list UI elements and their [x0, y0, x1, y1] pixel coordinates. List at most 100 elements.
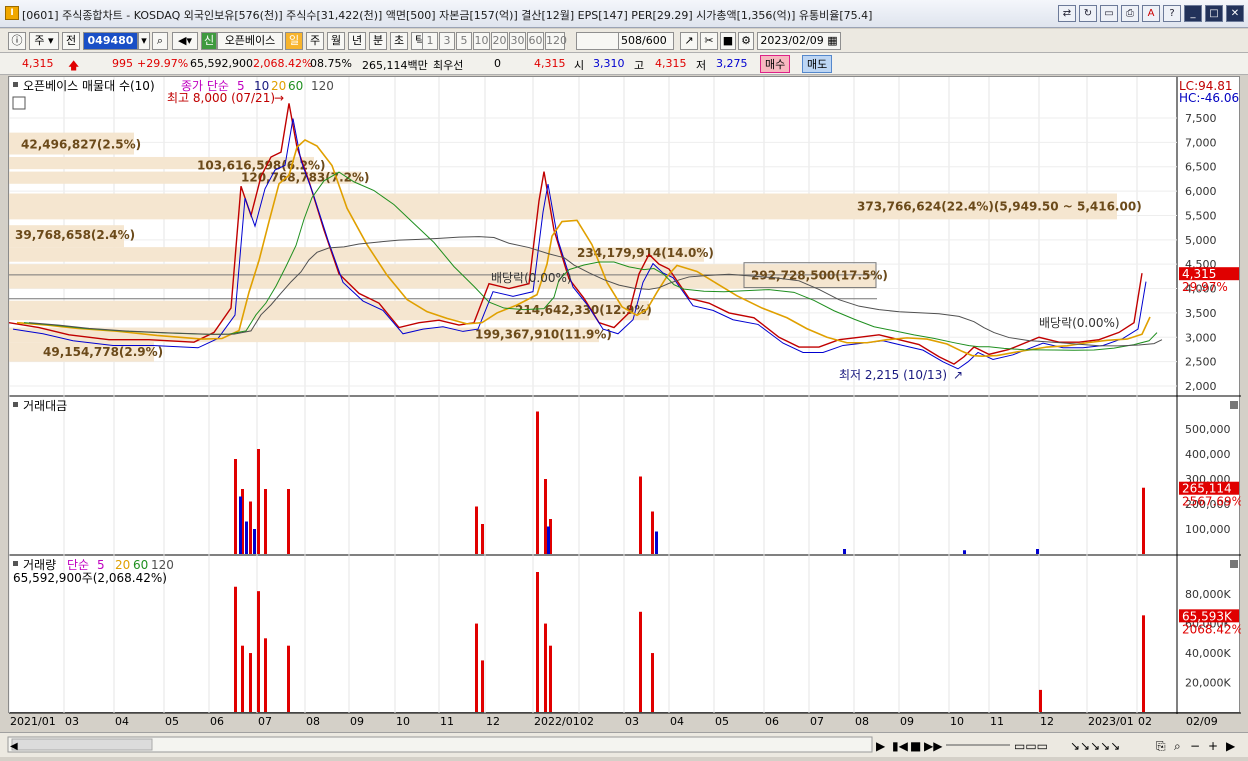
- save-icon[interactable]: ■: [720, 32, 736, 50]
- interval-button-120[interactable]: 120: [545, 32, 567, 50]
- plus-icon[interactable]: +: [1208, 739, 1218, 753]
- volume-bar: [287, 645, 290, 712]
- scroll-right-icon[interactable]: ▶: [1226, 739, 1236, 753]
- layout-icon[interactable]: ▭: [1100, 5, 1118, 22]
- volume-ma-period: 60: [133, 558, 148, 572]
- help-icon[interactable]: ?: [1163, 5, 1181, 22]
- stock-code-input[interactable]: 049480: [83, 32, 138, 50]
- low-label: 저: [696, 59, 707, 72]
- turnover-pct: 08.75%: [310, 57, 352, 70]
- period-button-0[interactable]: 일: [285, 32, 303, 50]
- low-value: 3,275: [716, 57, 748, 70]
- draw-tools-icon[interactable]: ↘↘↘↘↘: [1070, 739, 1120, 753]
- new-badge: 신: [201, 32, 217, 50]
- indicator-icon[interactable]: ▭▭▭: [1014, 739, 1048, 753]
- minimize-button[interactable]: _: [1184, 5, 1202, 22]
- volume-profile-label: 292,728,500(17.5%): [751, 268, 888, 282]
- amount-bar: [639, 476, 642, 554]
- price-tick: 5,500: [1185, 209, 1217, 222]
- period-button-4[interactable]: 분: [369, 32, 387, 50]
- volume-bar: [1142, 615, 1145, 712]
- amount-bar: [264, 489, 267, 554]
- amount-value: 265,114백만: [362, 59, 428, 72]
- alert-icon[interactable]: A: [1142, 5, 1160, 22]
- interval-button-1[interactable]: 1: [422, 32, 438, 50]
- count-total: /600: [642, 34, 667, 47]
- volume-bar: [249, 653, 252, 712]
- zoom-icon[interactable]: ⌕: [1174, 739, 1181, 753]
- arrow-icon: →: [274, 91, 284, 105]
- volume-profile-label: 199,367,910(11.9%): [475, 327, 612, 341]
- grid-toggle-icon: [12, 96, 26, 110]
- period-button-5[interactable]: 초: [390, 32, 408, 50]
- price-legend: 오픈베이스 매물대 수(10): [23, 79, 155, 93]
- refresh-icon[interactable]: ↻: [1079, 5, 1097, 22]
- speaker-icon[interactable]: ◀▾: [172, 32, 198, 50]
- fast-forward-icon[interactable]: ▶▶: [924, 739, 943, 753]
- chart-area[interactable]: 7,500 7,000 6,500 6,000 5,500 5,000 4,500 4,000…: [8, 76, 1243, 714]
- draw-line-icon[interactable]: ↗: [680, 32, 698, 50]
- current-pct-label: 29.97%: [1182, 280, 1228, 294]
- toolbar: ⓘ 주 ▾ 전 049480 ▾ ⌕ ◀▾ 신 오픈베이스 508/600 ↗ …: [0, 29, 1248, 53]
- stock-info-icon[interactable]: ⓘ: [8, 32, 26, 50]
- jeon-button[interactable]: 전: [62, 32, 80, 50]
- interval-button-60[interactable]: 60: [527, 32, 544, 50]
- scroll-left-icon[interactable]: ◀: [10, 741, 18, 752]
- ma-period-label: 120: [311, 79, 334, 93]
- x-axis-label: 07: [258, 715, 272, 728]
- volume-tick: 80,000K: [1185, 588, 1231, 601]
- amount-bar: [1036, 549, 1039, 554]
- volume-bar: [481, 660, 484, 712]
- volume-value: 65,592,900: [190, 57, 253, 70]
- x-axis-label: 2023/01: [1088, 715, 1134, 728]
- link-icon[interactable]: ⇄: [1058, 5, 1076, 22]
- volume-bar: [544, 623, 547, 712]
- amount-bar: [547, 526, 550, 554]
- sell-button[interactable]: 매도: [802, 55, 833, 73]
- price-tick: 7,500: [1185, 112, 1217, 125]
- print-icon[interactable]: ⎙: [1121, 5, 1139, 22]
- x-axis-label: 09: [350, 715, 364, 728]
- interval-button-5[interactable]: 5: [456, 32, 472, 50]
- interval-button-20[interactable]: 20: [491, 32, 508, 50]
- hc-label: HC:-46.06: [1179, 91, 1239, 105]
- scrollbar-thumb[interactable]: [11, 738, 153, 751]
- play-icon[interactable]: ▶: [876, 739, 886, 753]
- volume-bar: [549, 645, 552, 712]
- amount-tick: 500,000: [1185, 423, 1231, 436]
- amount-bar: [239, 496, 242, 554]
- volume-pct: 2,068.42%: [253, 57, 313, 70]
- volume-profile-label: 49,154,778(2.9%): [43, 345, 163, 359]
- interval-button-3[interactable]: 3: [439, 32, 455, 50]
- period-button-2[interactable]: 월: [327, 32, 345, 50]
- code-dropdown-icon[interactable]: ▾: [138, 32, 150, 50]
- date-input[interactable]: 2023/02/09 ▦: [757, 32, 841, 50]
- period-button-1[interactable]: 주: [306, 32, 324, 50]
- amount-bar: [655, 531, 658, 554]
- volume-profile-label: 39,768,658(2.4%): [15, 228, 135, 242]
- x-axis-label: 09: [900, 715, 914, 728]
- stock-chart[interactable]: 7,5007,0006,5006,0005,5005,0004,5004,000…: [8, 77, 1243, 714]
- volume-summary: 65,592,900주(2,068.42%): [13, 571, 167, 585]
- close-button[interactable]: ✕: [1226, 5, 1244, 22]
- interval-button-10[interactable]: 10: [473, 32, 490, 50]
- tool-icon[interactable]: ✂: [700, 32, 718, 50]
- buy-button[interactable]: 매수: [760, 55, 791, 73]
- panel-close-icon: [1230, 560, 1238, 568]
- settings-icon[interactable]: ⚙: [738, 32, 754, 50]
- volume-ma-period: 120: [151, 558, 174, 572]
- step-back-icon[interactable]: ▮◀: [892, 739, 909, 753]
- x-axis-label: 03: [65, 715, 79, 728]
- panel-close-icon: [1230, 401, 1238, 409]
- period-select[interactable]: 주 ▾: [29, 32, 59, 50]
- period-button-3[interactable]: 년: [348, 32, 366, 50]
- count-field[interactable]: 508/600: [618, 32, 674, 50]
- minus-icon[interactable]: −: [1190, 739, 1200, 753]
- stop-icon[interactable]: ■: [910, 739, 921, 753]
- maximize-button[interactable]: □: [1205, 5, 1223, 22]
- volume-bar: [264, 638, 267, 712]
- price-tick: 6,500: [1185, 161, 1217, 174]
- copy-icon[interactable]: ⎘: [1156, 739, 1166, 753]
- search-icon[interactable]: ⌕: [152, 32, 168, 50]
- interval-button-30[interactable]: 30: [509, 32, 526, 50]
